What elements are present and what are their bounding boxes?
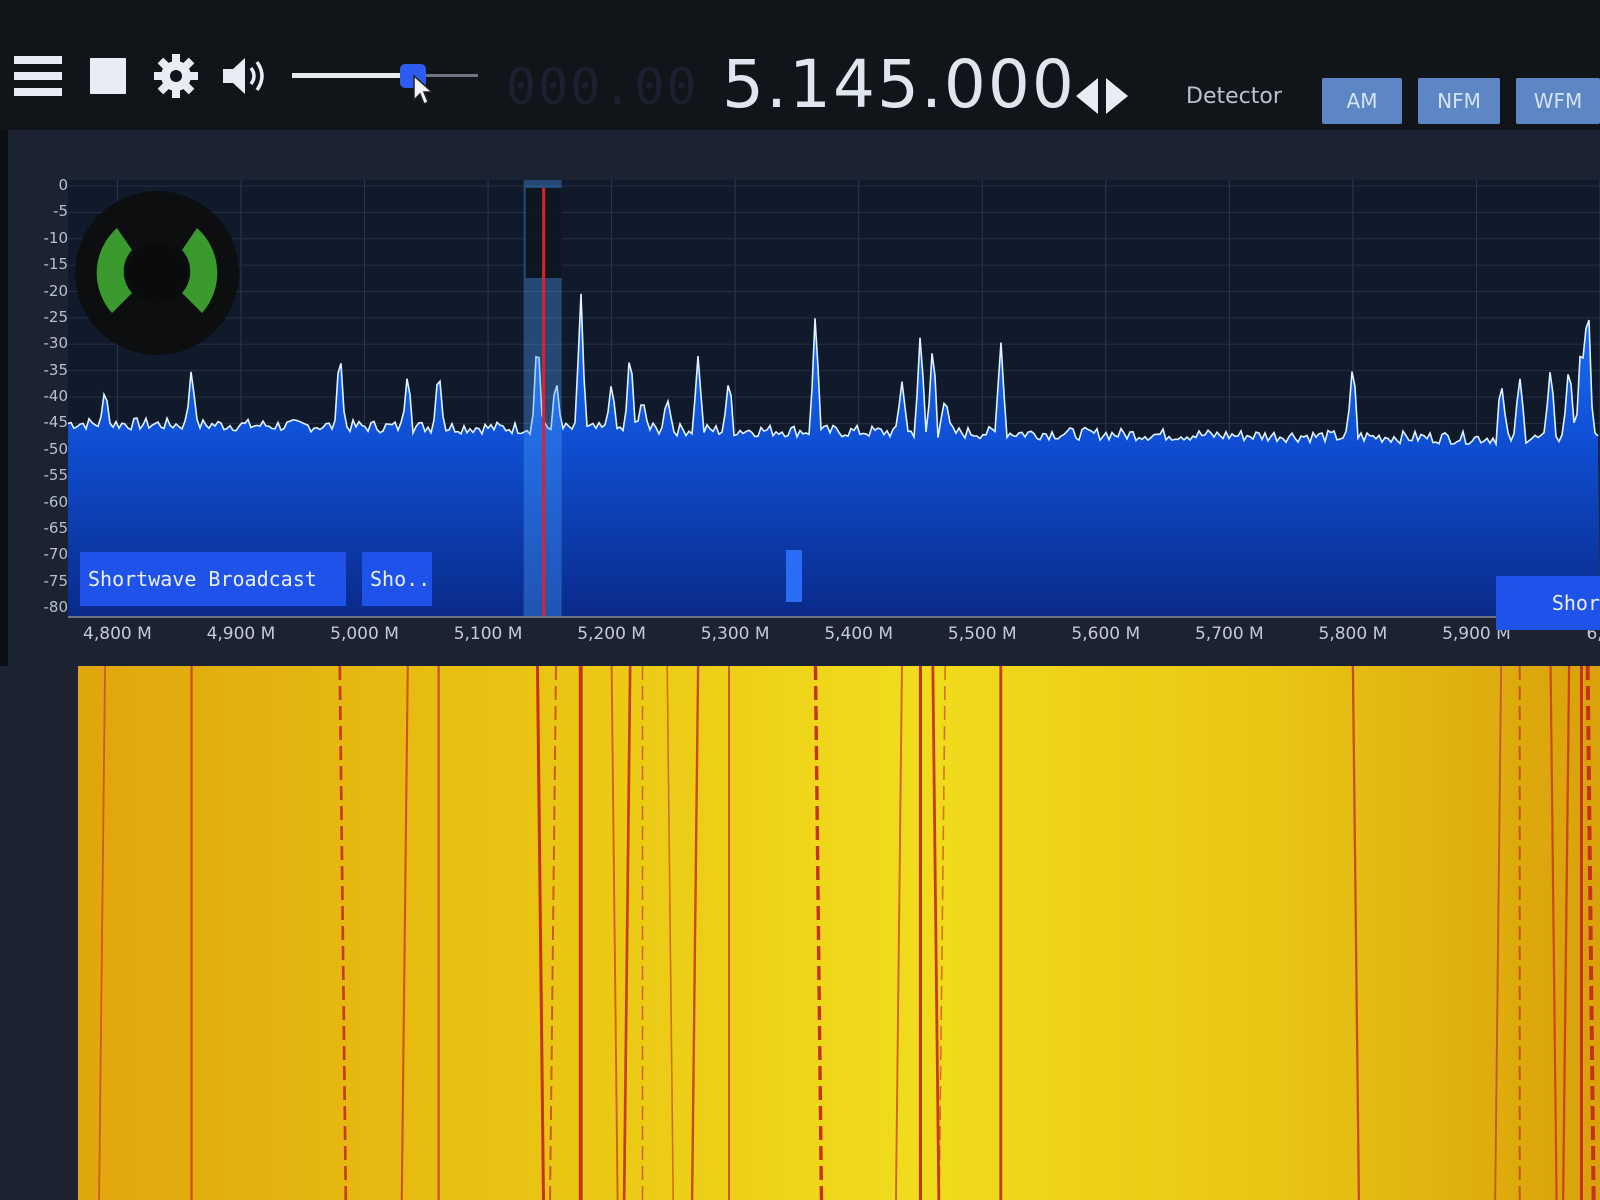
waterfall-signal-line — [813, 666, 824, 1200]
waterfall-signal-line — [1549, 666, 1558, 1200]
x-axis-line — [68, 616, 1600, 618]
x-tick-label: 5,700 M — [1194, 624, 1264, 644]
detector-label: Detector — [1186, 84, 1282, 109]
y-tick-label: -25 — [43, 307, 69, 326]
y-tick-label: -80 — [43, 598, 69, 616]
band-marker — [786, 550, 802, 602]
y-tick-label: -20 — [43, 281, 69, 300]
y-tick-label: -70 — [43, 545, 69, 564]
waterfall-lines — [98, 666, 1596, 1200]
waterfall-signal-line — [535, 666, 545, 1200]
waterfall-frame — [0, 666, 78, 1200]
mouse-cursor-icon — [413, 74, 434, 106]
volume-slider[interactable] — [292, 62, 478, 106]
y-tick-label: -50 — [43, 439, 69, 458]
toolbar: 000.00 5.145.000 Detector AM NFM WFM — [0, 0, 1600, 130]
x-tick-label: 4,800 M — [83, 624, 152, 644]
mode-button-wfm[interactable]: WFM — [1516, 78, 1600, 124]
waterfall-signal-line — [549, 666, 558, 1200]
x-tick-label: 5,000 M — [330, 624, 399, 644]
waterfall-signal-line — [338, 666, 348, 1200]
y-tick-label: -45 — [43, 413, 69, 432]
bookmark-shortwave-broadcast[interactable]: Shortwave Broadcast — [80, 552, 346, 606]
tuner-line[interactable] — [542, 188, 546, 616]
waterfall-signal-line — [931, 666, 941, 1200]
bookmark-shortwave-2[interactable]: Sho... — [362, 552, 432, 606]
waterfall-signal-line — [666, 666, 675, 1200]
tune-arrows-icon[interactable] — [1072, 74, 1132, 118]
y-tick-label: -55 — [43, 466, 69, 485]
y-tick-label: -75 — [43, 571, 69, 590]
mode-button-nfm[interactable]: NFM — [1418, 78, 1500, 124]
y-tick-label: -30 — [43, 334, 69, 353]
x-tick-label: 5,500 M — [947, 624, 1017, 644]
y-tick-label: -40 — [43, 387, 69, 405]
frequency-display[interactable]: 5.145.000 — [722, 46, 1076, 123]
waterfall-signal-line — [98, 666, 106, 1200]
waterfall-signal-line — [1585, 666, 1596, 1200]
waterfall-signal-line — [1351, 666, 1361, 1200]
y-tick-label: -60 — [43, 492, 69, 511]
x-tick-label: 5,400 M — [824, 624, 894, 644]
y-tick-label: -5 — [53, 202, 68, 221]
menu-icon[interactable] — [12, 50, 64, 102]
waterfall-signal-line — [400, 666, 409, 1200]
y-tick-label: 0 — [58, 176, 68, 194]
waterfall-signal-line — [895, 666, 903, 1200]
x-tick-label: 5,200 M — [577, 624, 646, 644]
bookmark-shortwave-3[interactable]: Shor — [1496, 576, 1600, 630]
waterfall-signal-line — [690, 666, 700, 1200]
mode-button-am[interactable]: AM — [1322, 78, 1402, 124]
x-tick-label: 4,900 M — [206, 624, 276, 644]
x-tick-label: 5,300 M — [700, 624, 770, 644]
waterfall-signal-line — [938, 666, 946, 1200]
gear-icon[interactable] — [150, 50, 202, 102]
stop-icon[interactable] — [82, 50, 134, 102]
waterfall-signal-line — [1494, 666, 1503, 1200]
waterfall-signal-line — [622, 666, 632, 1200]
volume-slider-fill — [292, 73, 413, 78]
y-tick-label: -65 — [43, 518, 69, 537]
frequency-ghost-digits: 000.00 — [506, 58, 699, 116]
waterfall-display[interactable] — [78, 666, 1600, 1200]
y-tick-label: -10 — [43, 228, 69, 247]
x-tick-label: 5,600 M — [1071, 624, 1141, 644]
waterfall-signal-line — [1561, 666, 1571, 1200]
spectrum-plot[interactable] — [68, 180, 1600, 616]
x-tick-label: 5,100 M — [453, 624, 523, 644]
waterfall-signal-line — [610, 666, 619, 1200]
x-tick-label: 5,800 M — [1318, 624, 1388, 644]
signal-meter — [72, 188, 242, 358]
y-tick-label: -15 — [43, 255, 69, 274]
speaker-icon[interactable] — [220, 50, 272, 102]
y-tick-label: -35 — [43, 360, 69, 379]
